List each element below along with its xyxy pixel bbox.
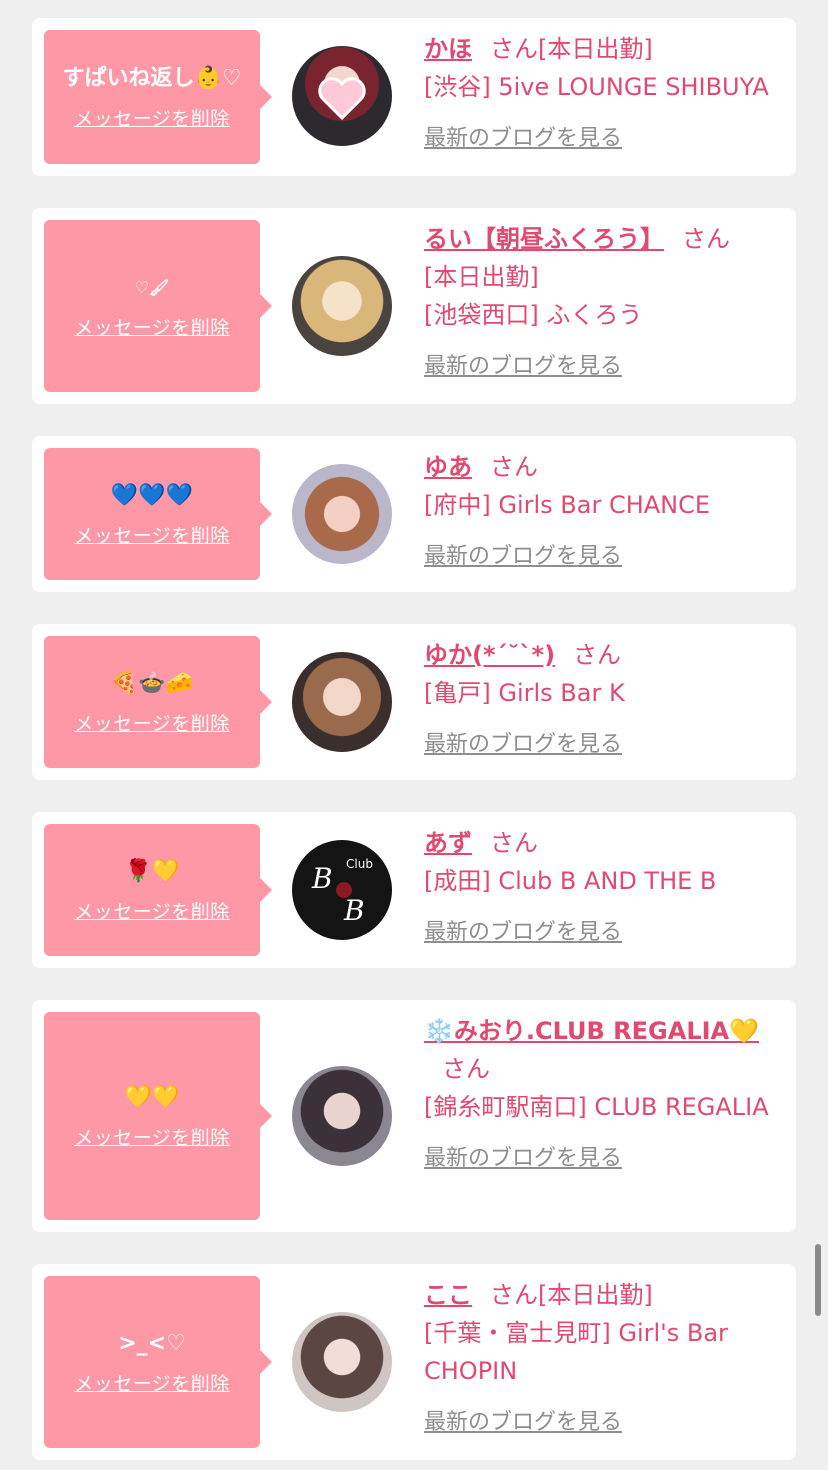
message-bubble: 🍕🍲🧀 メッセージを削除: [44, 636, 272, 768]
svg-text:B: B: [343, 894, 365, 927]
message-card: >_<♡ メッセージを削除 ここ さん[本日出勤] [千葉・富士見町] Girl'…: [32, 1264, 796, 1460]
shop-text: [渋谷] 5ive LOUNGE SHIBUYA: [424, 73, 769, 101]
view-blog-link[interactable]: 最新のブログを見る: [424, 120, 789, 158]
cast-info: ❄️みおり.CLUB REGALIA💛 さん [錦糸町駅南口] CLUB REGA…: [424, 1012, 789, 1178]
message-bubble: >_<♡ メッセージを削除: [44, 1276, 272, 1448]
delete-message-link[interactable]: メッセージを削除: [74, 709, 230, 736]
delete-message-link[interactable]: メッセージを削除: [74, 521, 230, 548]
view-blog-link[interactable]: 最新のブログを見る: [424, 1404, 789, 1442]
honorific: さん: [682, 225, 730, 253]
message-text: 💛💛: [124, 1084, 180, 1110]
cast-name-link[interactable]: るい【朝昼ふくろう】: [424, 225, 664, 253]
honorific: さん: [490, 453, 538, 481]
honorific: さん: [490, 1281, 538, 1309]
shop-text: [府中] Girls Bar CHANCE: [424, 491, 711, 519]
cast-name-link[interactable]: ここ: [424, 1281, 472, 1309]
honorific: さん: [573, 641, 622, 669]
cast-info: あず さん [成田] Club B AND THE B 最新のブログを見る: [424, 824, 789, 952]
avatar[interactable]: [292, 46, 392, 146]
message-text: 🌹💛: [124, 858, 180, 884]
message-text: 💙💙💙: [110, 482, 194, 508]
avatar[interactable]: [292, 652, 392, 752]
message-bubble: ♡︎🖌 メッセージを削除: [44, 220, 272, 392]
message-card: 💙💙💙 メッセージを削除 ゆあ さん [府中] Girls Bar CHANCE …: [32, 436, 796, 592]
view-blog-link[interactable]: 最新のブログを見る: [424, 1140, 789, 1178]
view-blog-link[interactable]: 最新のブログを見る: [424, 538, 789, 576]
honorific: さん: [442, 1055, 490, 1083]
svg-text:Club: Club: [346, 857, 373, 871]
cast-info: ゆか(*´˘`*) さん [亀戸] Girls Bar K 最新のブログを見る: [424, 636, 789, 764]
cast-name-link[interactable]: ゆあ: [424, 453, 472, 481]
cast-name-link[interactable]: ❄️みおり.CLUB REGALIA💛: [424, 1017, 759, 1045]
cast-name-link[interactable]: あず: [424, 829, 472, 857]
shop-text: [千葉・富士見町] Girl's Bar CHOPIN: [424, 1319, 728, 1385]
honorific: さん: [490, 829, 538, 857]
message-text: 🍕🍲🧀: [110, 670, 194, 696]
club-logo-icon: B Club B: [311, 857, 373, 927]
shop-text: [錦糸町駅南口] CLUB REGALIA: [424, 1093, 769, 1121]
today-badge: [本日出勤]: [538, 35, 653, 63]
message-bubble: 💙💙💙 メッセージを削除: [44, 448, 272, 580]
cast-info: ここ さん[本日出勤] [千葉・富士見町] Girl's Bar CHOPIN 最…: [424, 1276, 789, 1442]
message-text: ♡︎🖌: [134, 277, 170, 297]
message-card: 🌹💛 メッセージを削除 B Club B あず さん [成田] Club B AN…: [32, 812, 796, 968]
svg-text:B: B: [311, 862, 333, 895]
view-blog-link[interactable]: 最新のブログを見る: [424, 914, 789, 952]
delete-message-link[interactable]: メッセージを削除: [74, 897, 230, 924]
message-bubble: 💛💛 メッセージを削除: [44, 1012, 272, 1220]
avatar[interactable]: [292, 1066, 392, 1166]
delete-message-link[interactable]: メッセージを削除: [74, 313, 230, 340]
honorific: さん: [490, 35, 538, 63]
message-text: すぱいね返し👶♡: [62, 65, 242, 91]
cast-info: かほ さん[本日出勤] [渋谷] 5ive LOUNGE SHIBUYA 最新のブ…: [424, 30, 789, 158]
today-badge: [本日出勤]: [538, 1281, 653, 1309]
avatar[interactable]: [292, 1312, 392, 1412]
avatar[interactable]: [292, 464, 392, 564]
view-blog-link[interactable]: 最新のブログを見る: [424, 348, 789, 386]
shop-logo-avatar[interactable]: B Club B: [292, 840, 392, 940]
delete-message-link[interactable]: メッセージを削除: [74, 104, 230, 131]
avatar[interactable]: [292, 256, 392, 356]
view-blog-link[interactable]: 最新のブログを見る: [424, 726, 789, 764]
message-bubble: すぱいね返し👶♡ メッセージを削除: [44, 30, 272, 164]
message-card: 💛💛 メッセージを削除 ❄️みおり.CLUB REGALIA💛 さん [錦糸町駅南…: [32, 1000, 796, 1232]
cast-name-link[interactable]: ゆか(*´˘`*): [424, 641, 555, 669]
message-card: 🍕🍲🧀 メッセージを削除 ゆか(*´˘`*) さん [亀戸] Girls Bar …: [32, 624, 796, 780]
delete-message-link[interactable]: メッセージを削除: [74, 1123, 230, 1150]
scrollbar-thumb[interactable]: [815, 1244, 821, 1316]
shop-text: [成田] Club B AND THE B: [424, 867, 717, 895]
message-card: すぱいね返し👶♡ メッセージを削除 かほ さん[本日出勤] [渋谷] 5ive L…: [32, 18, 796, 176]
today-badge: [本日出勤]: [424, 263, 539, 291]
message-bubble: 🌹💛 メッセージを削除: [44, 824, 272, 956]
shop-text: [池袋西口] ふくろう: [424, 301, 643, 329]
delete-message-link[interactable]: メッセージを削除: [74, 1369, 230, 1396]
shop-text: [亀戸] Girls Bar K: [424, 679, 625, 707]
cast-info: ゆあ さん [府中] Girls Bar CHANCE 最新のブログを見る: [424, 448, 789, 576]
message-card: ♡︎🖌 メッセージを削除 るい【朝昼ふくろう】 さん [本日出勤] [池袋西口] …: [32, 208, 796, 404]
cast-info: るい【朝昼ふくろう】 さん [本日出勤] [池袋西口] ふくろう 最新のブログを見…: [424, 220, 789, 386]
message-text: >_<♡: [118, 1330, 186, 1356]
cast-name-link[interactable]: かほ: [424, 35, 472, 63]
heart-sticker-icon: [318, 77, 366, 121]
